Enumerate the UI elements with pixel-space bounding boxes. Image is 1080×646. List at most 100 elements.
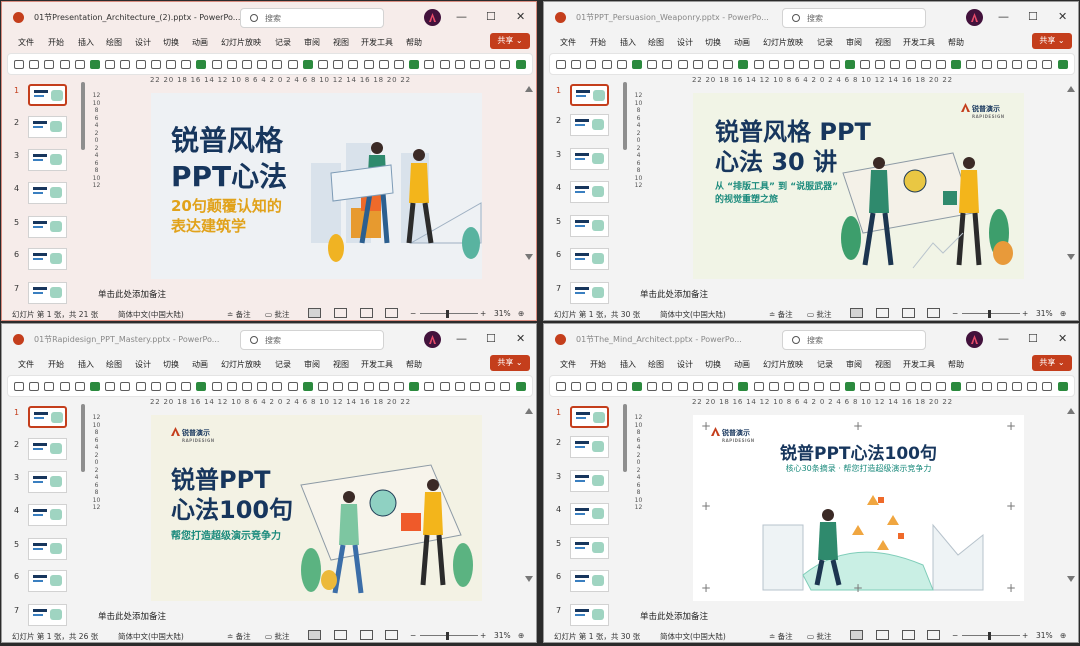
maximize-button[interactable]: ☐ [1028,332,1038,345]
slide-thumbnail[interactable] [570,114,609,136]
toolbar-tool-icon[interactable] [768,60,779,69]
comments-button[interactable]: 批注 [816,632,831,641]
thumbnail-scrollbar[interactable] [81,82,85,150]
toolbar-tool-icon[interactable] [272,60,283,69]
toolbar-tool-icon[interactable] [556,382,566,391]
normal-view-icon[interactable] [850,630,863,640]
toolbar-tool-icon[interactable] [920,60,931,69]
toolbar-tool-icon[interactable] [753,60,764,69]
ribbon-tab[interactable]: 动画 [192,37,208,48]
title-bar[interactable]: 01节Presentation_Architecture_(2).pptx - … [2,2,536,32]
ribbon-tab[interactable]: 动画 [734,37,750,48]
toolbar-tool-icon[interactable] [105,60,116,69]
ribbon-tab[interactable]: 帮助 [948,37,964,48]
language-indicator[interactable]: 简体中文(中国大陆) [660,631,726,642]
ribbon-tab[interactable]: 审阅 [846,37,862,48]
notes-placeholder[interactable]: 单击此处添加备注 [640,288,708,300]
toolbar-tool-icon[interactable] [905,382,916,391]
toolbar-tool-icon[interactable] [981,382,992,391]
toolbar-tool-icon[interactable] [196,382,207,391]
toolbar-tool-icon[interactable] [996,382,1007,391]
slide-thumbnail[interactable] [28,604,67,626]
reading-view-icon[interactable] [360,630,373,640]
ribbon-tab[interactable]: 视图 [875,359,891,370]
search-box[interactable]: 搜索 [240,330,384,350]
toolbar-tool-icon[interactable] [409,382,420,391]
ribbon-tab[interactable]: 记录 [275,359,291,370]
toolbar-tool-icon[interactable] [890,60,901,69]
toolbar-tool-icon[interactable] [723,60,734,69]
toolbar-tool-icon[interactable] [150,60,161,69]
toolbar-tool-icon[interactable] [59,60,70,69]
toolbar-tool-icon[interactable] [44,60,55,69]
toolbar-tool-icon[interactable] [90,382,100,391]
toolbar-tool-icon[interactable] [1027,382,1038,391]
toolbar-tool-icon[interactable] [454,60,465,69]
toolbar-tool-icon[interactable] [768,382,779,391]
maximize-button[interactable]: ☐ [486,332,496,345]
slide-thumbnail[interactable] [570,570,609,592]
toolbar-tool-icon[interactable] [784,60,794,69]
toolbar-tool-icon[interactable] [44,382,55,391]
slide-thumbnail[interactable] [570,84,609,106]
zoom-in-icon[interactable]: + [480,631,486,640]
toolbar-tool-icon[interactable] [378,60,389,69]
toolbar-tool-icon[interactable] [29,60,40,69]
avatar[interactable] [966,331,983,348]
toolbar-tool-icon[interactable] [166,382,176,391]
toolbar-tool-icon[interactable] [1012,382,1022,391]
slide-canvas[interactable]: 锐普演示 RAPIDESIGN 锐普PPT 心法100句 帮您打造超级演示竞争力 [151,415,482,601]
ribbon-tab[interactable]: 开发工具 [361,359,393,370]
ribbon-tab[interactable]: 设计 [677,37,693,48]
ribbon-tab[interactable]: 幻灯片放映 [221,37,261,48]
ribbon-tab[interactable]: 插入 [620,37,636,48]
toolbar-tool-icon[interactable] [59,382,70,391]
ribbon-tab[interactable]: 文件 [18,359,34,370]
toolbar-tool-icon[interactable] [875,60,886,69]
toolbar-tool-icon[interactable] [485,60,496,69]
toolbar-tool-icon[interactable] [738,382,749,391]
share-button[interactable]: 共享 ⌄ [1032,33,1072,49]
toolbar-tool-icon[interactable] [226,60,237,69]
ribbon-tab[interactable]: 文件 [560,359,576,370]
slide-sorter-icon[interactable] [876,630,889,640]
slide-thumbnail[interactable] [28,149,67,171]
toolbar-tool-icon[interactable] [951,382,962,391]
reading-view-icon[interactable] [902,630,915,640]
toolbar-tool-icon[interactable] [936,382,946,391]
toolbar-tool-icon[interactable] [1012,60,1022,69]
toolbar-tool-icon[interactable] [470,60,480,69]
slide-thumbnail[interactable] [570,181,609,203]
ribbon-tab[interactable]: 幻灯片放映 [763,37,803,48]
toolbar-tool-icon[interactable] [515,382,526,391]
ribbon-tab[interactable]: 视图 [333,359,349,370]
toolbar-tool-icon[interactable] [844,60,855,69]
slide-thumbnail[interactable] [28,406,67,428]
slide-canvas[interactable]: 锐普风格 PPT心法 20句颠覆认知的 表达建筑学 [151,93,482,279]
normal-view-icon[interactable] [308,308,321,318]
zoom-slider[interactable] [420,635,478,636]
toolbar-tool-icon[interactable] [586,60,597,69]
notes-button[interactable]: 备注 [236,632,251,641]
normal-view-icon[interactable] [850,308,863,318]
toolbar-tool-icon[interactable] [1027,60,1038,69]
ribbon-tab[interactable]: 文件 [560,37,576,48]
zoom-in-icon[interactable]: + [480,309,486,318]
ribbon-tab[interactable]: 插入 [78,37,94,48]
toolbar-tool-icon[interactable] [439,382,450,391]
comments-button[interactable]: 批注 [274,310,289,319]
toolbar-tool-icon[interactable] [14,60,24,69]
toolbar-tool-icon[interactable] [29,382,40,391]
ribbon-tab[interactable]: 审阅 [304,37,320,48]
toolbar-tool-icon[interactable] [708,382,718,391]
toolbar-tool-icon[interactable] [439,60,450,69]
ribbon-tab[interactable]: 切换 [163,359,179,370]
slide-thumbnail[interactable] [570,248,609,270]
zoom-slider-thumb[interactable] [446,310,449,318]
toolbar-tool-icon[interactable] [302,60,313,69]
scroll-up-icon[interactable] [525,86,533,92]
toolbar-tool-icon[interactable] [287,382,298,391]
share-button[interactable]: 共享 ⌄ [490,355,530,371]
avatar[interactable] [424,331,441,348]
powerpoint-window-3[interactable]: 01节Rapidesign_PPT_Mastery.pptx - PowerPo… [1,323,537,643]
